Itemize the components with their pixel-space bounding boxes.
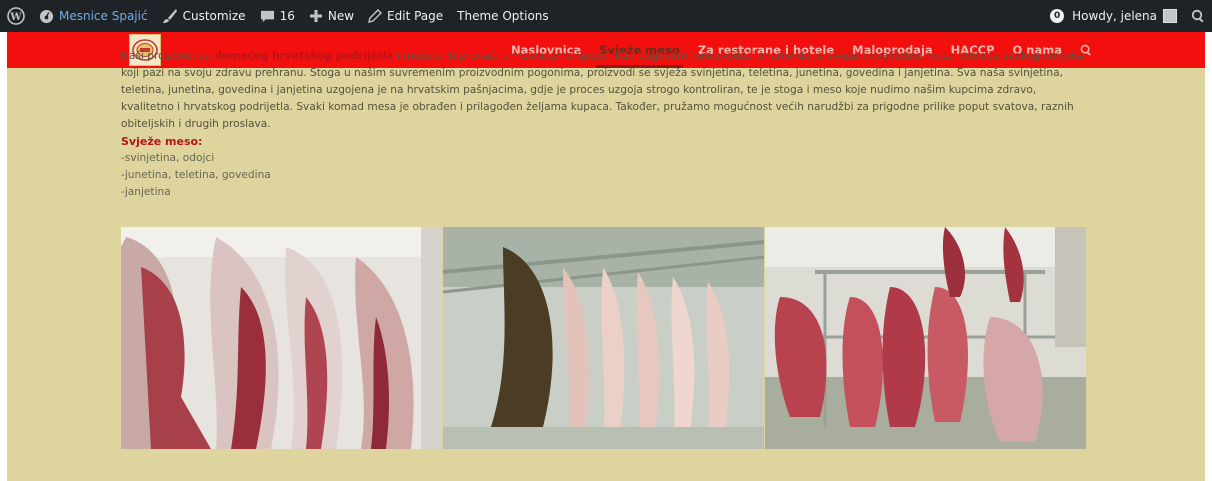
notifications-link[interactable]: 0 Howdy, jelena	[1043, 0, 1184, 32]
paintbrush-icon	[162, 8, 178, 24]
plus-icon	[309, 9, 323, 23]
intro-text-end: i možete ih pronaći u mesnicama Spajić. …	[121, 50, 1084, 130]
processing-line-image	[443, 227, 764, 449]
gallery-photo-2[interactable]	[443, 227, 764, 449]
page-content: Naši proizvodi su domaćeg hrvatskog podr…	[121, 48, 1086, 201]
dashboard-icon	[39, 9, 54, 24]
site-name: Mesnice Spajić	[59, 9, 148, 23]
list-item: -junetina, teletina, govedina	[121, 169, 271, 181]
avatar	[1163, 9, 1177, 23]
section-heading: Svježe meso:	[121, 135, 203, 148]
new-label: New	[327, 9, 355, 23]
customize-link[interactable]: Customize	[155, 0, 253, 32]
hanging-carcasses-image	[121, 227, 442, 449]
intro-paragraph: Naši proizvodi su domaćeg hrvatskog podr…	[121, 48, 1086, 133]
intro-highlight: domaćeg hrvatskog podrijetla	[214, 50, 394, 62]
svg-text:W: W	[9, 12, 22, 23]
wordpress-logo-icon: W	[7, 7, 25, 25]
pencil-icon	[368, 9, 383, 23]
customize-label: Customize	[182, 9, 246, 23]
edit-page-link[interactable]: Edit Page	[361, 0, 450, 32]
list-item: -janjetina	[121, 186, 171, 198]
edit-page-label: Edit Page	[387, 9, 444, 23]
meat-rack-image	[765, 227, 1086, 449]
list-item: -svinjetina, odojci	[121, 152, 215, 164]
gallery-photo-1[interactable]	[121, 227, 442, 449]
admin-search-button[interactable]	[1184, 0, 1212, 32]
howdy-label: Howdy, jelena	[1072, 9, 1157, 23]
wordpress-logo-button[interactable]: W	[0, 0, 32, 32]
meat-gallery	[121, 227, 1086, 449]
comment-bubble-icon	[260, 9, 275, 24]
gallery-photo-3[interactable]	[765, 227, 1086, 449]
search-icon	[1191, 9, 1205, 23]
comments-link[interactable]: 16	[253, 0, 302, 32]
theme-options-label: Theme Options	[457, 9, 549, 23]
site-name-link[interactable]: Mesnice Spajić	[32, 0, 155, 32]
theme-options-link[interactable]: Theme Options	[450, 0, 556, 32]
new-content-link[interactable]: New	[302, 0, 361, 32]
intro-text-start: Naši proizvodi su	[121, 50, 215, 62]
notifications-badge: 0	[1050, 9, 1065, 23]
comments-count: 16	[279, 9, 295, 23]
admin-bar: W Mesnice Spajić Customize 16 New Edit P…	[0, 0, 1212, 32]
